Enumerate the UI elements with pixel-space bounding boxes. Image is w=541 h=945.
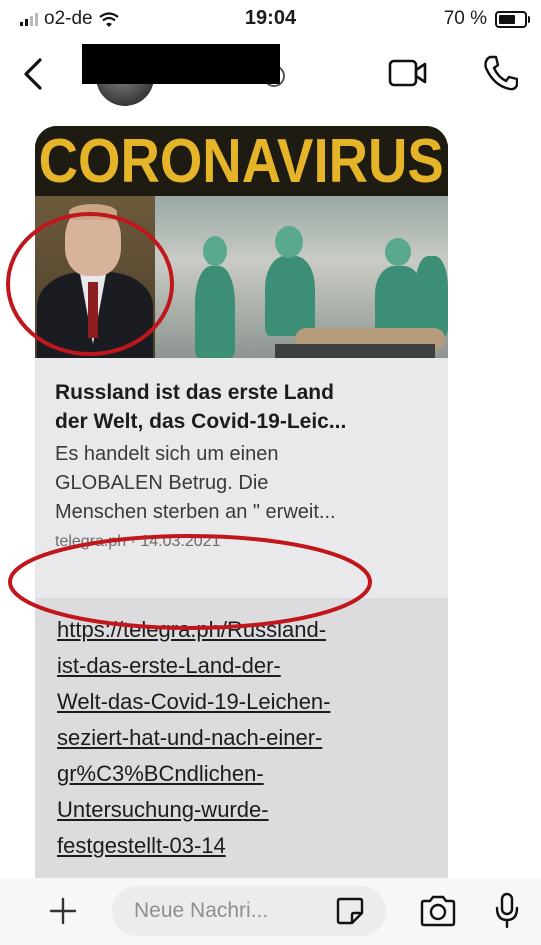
chat-header: Isabel: [0, 40, 541, 110]
link-preview-source-date: telegra.ph · 14.03.2021: [55, 533, 221, 550]
battery-percent: 70 %: [443, 8, 487, 29]
sticker-icon: [336, 897, 364, 925]
camera-icon: [420, 895, 456, 927]
image-banner: CORONAVIRUS: [35, 126, 448, 196]
link-preview-title: Russland ist das erste Land der Welt, da…: [55, 381, 347, 433]
video-call-button[interactable]: [388, 58, 428, 93]
voice-call-button[interactable]: [482, 54, 519, 97]
voice-message-button[interactable]: [492, 892, 522, 935]
link-preview-text[interactable]: Russland ist das erste Land der Welt, da…: [55, 378, 435, 551]
portrait-photo: [35, 196, 155, 358]
plus-icon: [49, 897, 77, 925]
back-button[interactable]: [18, 52, 50, 96]
message-bubble[interactable]: CORONAVIRUS Russland ist das erste Land …: [35, 126, 448, 878]
message-composer: [0, 878, 541, 945]
sticker-button[interactable]: [334, 895, 366, 932]
link-preview-description: Es handelt sich um einen GLOBALEN Betrug…: [55, 443, 336, 523]
battery-level-fill: [499, 14, 515, 24]
link-url[interactable]: https://telegra.ph/Russland- ist-das-ers…: [57, 612, 437, 864]
battery-icon: [495, 10, 530, 28]
phone-icon: [484, 55, 519, 91]
image-headline: CORONAVIRUS: [38, 126, 445, 196]
microphone-icon: [495, 892, 519, 929]
camera-button[interactable]: [418, 894, 458, 933]
video-call-icon: [388, 59, 427, 87]
status-bar: o2-de 19:04 70 %: [0, 0, 541, 40]
battery-group: 70 %: [443, 8, 530, 30]
link-preview-image[interactable]: CORONAVIRUS: [35, 126, 448, 358]
redaction-bar: [82, 44, 280, 84]
add-attachment-button[interactable]: [48, 896, 78, 931]
back-chevron-icon: [24, 58, 42, 90]
link-url-area[interactable]: https://telegra.ph/Russland- ist-das-ers…: [35, 598, 448, 878]
